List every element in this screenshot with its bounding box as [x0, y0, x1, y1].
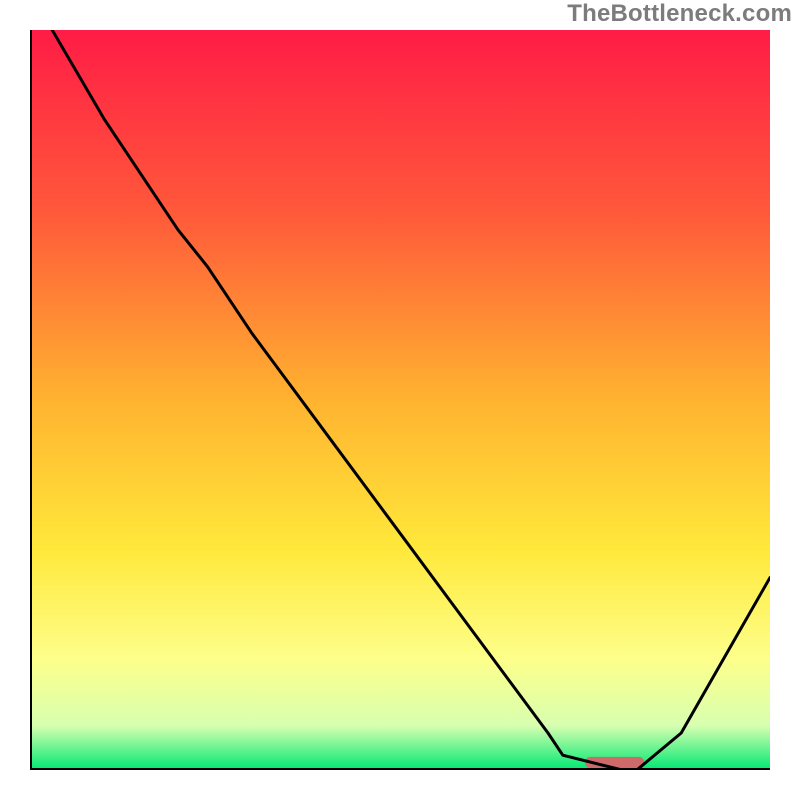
chart-svg	[30, 30, 770, 770]
gradient-background	[30, 30, 770, 770]
credit-label: TheBottleneck.com	[567, 0, 792, 28]
plot-area	[30, 30, 770, 770]
chart-container: TheBottleneck.com	[0, 0, 800, 800]
